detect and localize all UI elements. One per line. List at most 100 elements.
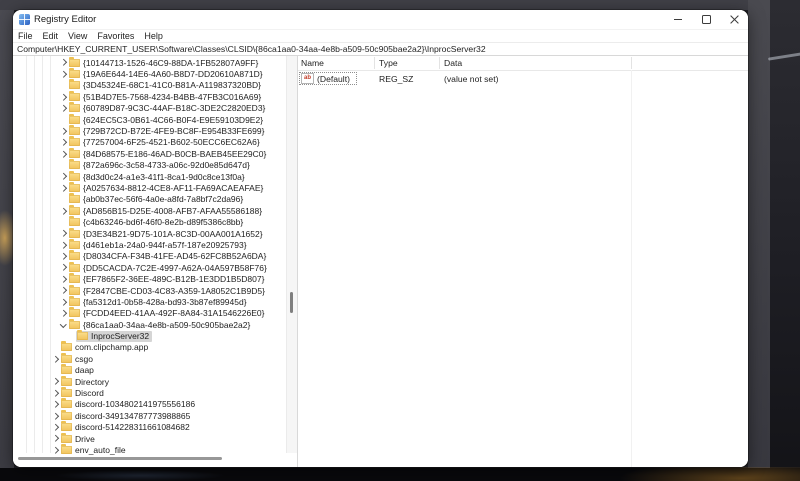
tree-item[interactable]: {3D45324E-68C1-41C0-B81A-A119837320BD} <box>13 80 287 91</box>
menu-item-file[interactable]: File <box>13 30 38 42</box>
tree-item[interactable]: {F2847CBE-CD03-4C83-A359-1A8052C1B9D5} <box>13 285 287 296</box>
tree-item[interactable]: {A0257634-8812-4CE8-AF11-FA69ACAEAFAE} <box>13 182 287 193</box>
tree-item[interactable]: {10144713-1526-46C9-88DA-1FB52807A9FF} <box>13 57 287 68</box>
chevron-right-icon[interactable] <box>59 240 68 249</box>
chevron-right-icon[interactable] <box>51 434 60 443</box>
tree-item[interactable]: {d461eb1a-24a0-944f-a57f-187e20925793} <box>13 239 287 250</box>
column-grid-line <box>631 70 632 467</box>
tree-item[interactable]: {84D68575-E186-46AD-B0CB-BAEB45EE29C0} <box>13 148 287 159</box>
menu-item-view[interactable]: View <box>63 30 92 42</box>
tree-item[interactable]: daap <box>13 365 287 376</box>
tree-item[interactable]: {51B4D7E5-7568-4234-B4BB-47FB3C016A69} <box>13 91 287 102</box>
chevron-right-icon[interactable] <box>59 183 68 192</box>
value-name-cell[interactable]: ab (Default) <box>299 72 357 85</box>
tree-item[interactable]: {D3E34B21-9D75-101A-8C3D-00AA001A1652} <box>13 228 287 239</box>
tree-item-label: {FCDD4EED-41AA-492F-8A84-31A1546226E0} <box>83 308 264 318</box>
chevron-right-icon[interactable] <box>59 263 68 272</box>
chevron-right-icon[interactable] <box>59 58 68 67</box>
menu-item-favorites[interactable]: Favorites <box>92 30 139 42</box>
column-header-name[interactable]: Name <box>301 58 324 68</box>
chevron-right-icon[interactable] <box>59 309 68 318</box>
chevron-right-icon[interactable] <box>51 411 60 420</box>
tree-item[interactable]: discord-349134787773988865 <box>13 410 287 421</box>
tree-item[interactable]: {872a696c-3c58-4733-a06c-92d0e85d647d} <box>13 160 287 171</box>
tree-item[interactable]: {8d3d0c24-a1e3-41f1-8ca1-9d0c8ce13f0a} <box>13 171 287 182</box>
tree-item-label: {DD5CACDA-7C2E-4997-A62A-04A597B58F76} <box>83 263 267 273</box>
tree-item[interactable]: {ab0b37ec-56f6-4a0e-a8fd-7a8bf7c2da96} <box>13 194 287 205</box>
chevron-right-icon[interactable] <box>51 445 60 454</box>
minimize-button[interactable] <box>664 10 692 29</box>
chevron-right-icon[interactable] <box>59 206 68 215</box>
tree-item[interactable]: {86ca1aa0-34aa-4e8b-a509-50c905bae2a2} <box>13 319 287 330</box>
chevron-right-icon[interactable] <box>59 104 68 113</box>
tree-item[interactable]: {FCDD4EED-41AA-492F-8A84-31A1546226E0} <box>13 308 287 319</box>
column-header-type[interactable]: Type <box>379 58 398 68</box>
chevron-right-icon[interactable] <box>51 400 60 409</box>
chevron-right-icon[interactable] <box>59 70 68 79</box>
tree-item[interactable]: Discord <box>13 387 287 398</box>
vertical-scrollbar-thumb[interactable] <box>290 292 293 313</box>
chevron-right-icon[interactable] <box>59 286 68 295</box>
tree-item[interactable]: {EF7865F2-36EE-489C-B12B-1E3DD1B5D807} <box>13 273 287 284</box>
tree-item[interactable]: {D8034CFA-F34B-41FE-AD45-62FC8B52A6DA} <box>13 251 287 262</box>
tree-item[interactable]: {c4b63246-bd6f-46f0-8e2b-d89f5386c8bb} <box>13 216 287 227</box>
tree-item-label: discord-1034802141975556186 <box>75 399 195 409</box>
registry-value-row[interactable]: ab (Default) REG_SZ (value not set) <box>298 72 748 85</box>
tree-item-label: {F2847CBE-CD03-4C83-A359-1A8052C1B9D5} <box>83 286 265 296</box>
menu-item-help[interactable]: Help <box>139 30 168 42</box>
tree-vertical-scrollbar[interactable] <box>286 56 297 453</box>
tree-item[interactable]: {60789D87-9C3C-44AF-B18C-3DE2C2820ED3} <box>13 103 287 114</box>
tree-item-label: {19A6E644-14E6-4A60-B8D7-DD20610A871D} <box>83 69 263 79</box>
chevron-right-icon[interactable] <box>59 297 68 306</box>
tree-item[interactable]: env_auto_file <box>13 444 287 455</box>
column-divider[interactable] <box>631 57 632 69</box>
tree-item-body: daap <box>60 365 97 376</box>
address-bar[interactable]: Computer\HKEY_CURRENT_USER\Software\Clas… <box>13 43 748 56</box>
tree-item[interactable]: InprocServer32 <box>13 330 287 341</box>
tree-item[interactable]: {77257004-6F25-4521-B602-50ECC6EC62A6} <box>13 137 287 148</box>
folder-icon <box>69 264 80 272</box>
tree-item-body: {A0257634-8812-4CE8-AF11-FA69ACAEAFAE} <box>68 182 266 193</box>
tree-item-label: {D3E34B21-9D75-101A-8C3D-00AA001A1652} <box>83 229 263 239</box>
chevron-right-icon[interactable] <box>59 275 68 284</box>
chevron-right-icon[interactable] <box>59 127 68 136</box>
chevron-right-icon[interactable] <box>59 92 68 101</box>
tree-item[interactable]: {AD856B15-D25E-4008-AFB7-AFAA55586188} <box>13 205 287 216</box>
tree-item-body: {60789D87-9C3C-44AF-B18C-3DE2C2820ED3} <box>68 103 268 114</box>
column-divider[interactable] <box>374 57 375 69</box>
tree-item[interactable]: discord-1034802141975556186 <box>13 399 287 410</box>
chevron-right-icon[interactable] <box>59 252 68 261</box>
column-divider[interactable] <box>439 57 440 69</box>
tree-item-label: Drive <box>75 434 95 444</box>
chevron-right-icon[interactable] <box>59 149 68 158</box>
folder-icon <box>61 366 72 374</box>
tree-horizontal-scrollbar[interactable] <box>13 457 287 461</box>
chevron-down-icon[interactable] <box>59 320 68 329</box>
tree-item[interactable]: csgo <box>13 353 287 364</box>
chevron-right-icon[interactable] <box>59 138 68 147</box>
tree-item-label: {D8034CFA-F34B-41FE-AD45-62FC8B52A6DA} <box>83 251 266 261</box>
tree-item[interactable]: Drive <box>13 433 287 444</box>
tree-item[interactable]: com.clipchamp.app <box>13 342 287 353</box>
chevron-right-icon[interactable] <box>59 229 68 238</box>
tree-item[interactable]: discord-514228311661084682 <box>13 422 287 433</box>
close-button[interactable] <box>720 10 748 29</box>
maximize-button[interactable] <box>692 10 720 29</box>
column-header-data[interactable]: Data <box>444 58 462 68</box>
tree-item[interactable]: {fa5312d1-0b58-428a-bd93-3b87ef89945d} <box>13 296 287 307</box>
chevron-right-icon[interactable] <box>59 172 68 181</box>
title-bar[interactable]: Registry Editor <box>13 10 748 29</box>
tree-item[interactable]: {DD5CACDA-7C2E-4997-A62A-04A597B58F76} <box>13 262 287 273</box>
value-type: REG_SZ <box>379 74 413 84</box>
chevron-right-icon[interactable] <box>51 354 60 363</box>
tree-item[interactable]: {19A6E644-14E6-4A60-B8D7-DD20610A871D} <box>13 68 287 79</box>
chevron-right-icon[interactable] <box>51 423 60 432</box>
chevron-right-icon[interactable] <box>51 377 60 386</box>
tree-item[interactable]: {729B72CD-B72E-4FE9-BC8F-E954B33FE699} <box>13 125 287 136</box>
menu-item-edit[interactable]: Edit <box>38 30 64 42</box>
chevron-right-icon[interactable] <box>51 389 60 398</box>
horizontal-scrollbar-thumb[interactable] <box>18 457 222 460</box>
folder-icon <box>61 412 72 420</box>
tree-item[interactable]: {624EC5C3-0B61-4C66-B0F4-E9E59103D9E2} <box>13 114 287 125</box>
tree-item[interactable]: Directory <box>13 376 287 387</box>
